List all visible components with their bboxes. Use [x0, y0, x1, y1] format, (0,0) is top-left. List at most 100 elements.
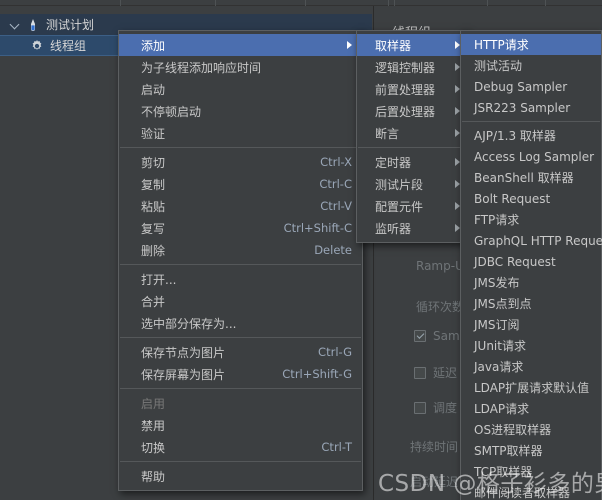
menu-item[interactable]: 禁用	[119, 414, 362, 436]
menu-item-label: 切换	[141, 440, 166, 455]
menu-item-label: 启动	[141, 82, 166, 97]
menu-item-label: 删除	[141, 243, 166, 258]
menu-item[interactable]: JSR223 Sampler	[461, 97, 601, 118]
menu-item[interactable]: 启动	[119, 78, 362, 100]
menu-item-label: JDBC Request	[474, 254, 556, 269]
menu-item[interactable]: JUnit请求	[461, 335, 601, 356]
menu-item[interactable]: 保存屏幕为图片 Ctrl+Shift-G	[119, 363, 362, 385]
menu-item-label: FTP请求	[474, 213, 520, 227]
tree-item-label: 测试计划	[46, 18, 95, 32]
menu-item[interactable]: Bolt Request	[461, 188, 601, 209]
menu-item[interactable]: 断言	[357, 122, 468, 144]
menu-item-label: 后置处理器	[375, 104, 436, 119]
menu-item[interactable]: 剪切 Ctrl-X	[119, 151, 362, 173]
menu-item[interactable]: BeanShell 取样器	[461, 167, 601, 188]
menu-item-label: 前置处理器	[375, 82, 436, 97]
menu-item[interactable]: 添加	[119, 34, 362, 56]
menu-item-label: 复制	[141, 177, 166, 192]
menu-item-label: 配置元件	[375, 199, 424, 214]
menu-item[interactable]: LDAP请求	[461, 398, 601, 419]
menu-item[interactable]: 定时器	[357, 151, 468, 173]
menu-separator	[120, 388, 361, 389]
menu-item-label: 邮件阅读者取样器	[474, 486, 571, 500]
menu-item[interactable]: 复制 Ctrl-C	[119, 173, 362, 195]
menu-item-label: 帮助	[141, 469, 166, 484]
menu-item-label: JUnit请求	[474, 339, 526, 353]
menu-item-label: 启用	[141, 396, 166, 411]
menu-item[interactable]: 邮件阅读者取样器	[461, 482, 601, 500]
menu-item[interactable]: 测试活动	[461, 55, 601, 76]
menu-item-label: SMTP取样器	[474, 444, 543, 458]
menu-item[interactable]: 粘贴 Ctrl-V	[119, 195, 362, 217]
menu-item[interactable]: 合并	[119, 290, 362, 312]
app-window: 测试计划 线程组 线程组 Ramp-U 循环次数 持续时间 启动延迟 Sam	[0, 0, 602, 500]
menu-item[interactable]: 保存节点为图片 Ctrl-G	[119, 341, 362, 363]
chevron-down-icon[interactable]	[10, 19, 21, 30]
checkbox-label: Sam	[433, 329, 460, 343]
menu-item-label: 禁用	[141, 418, 166, 433]
menu-item[interactable]: SMTP取样器	[461, 440, 601, 461]
startup-delay-label: 启动延迟	[410, 475, 459, 489]
menu-item[interactable]: HTTP请求	[461, 34, 601, 55]
menu-item-shortcut: Ctrl-X	[320, 155, 352, 169]
menu-item[interactable]: 帮助	[119, 465, 362, 487]
menu-item[interactable]: LDAP扩展请求默认值	[461, 377, 601, 398]
menu-item[interactable]: FTP请求	[461, 209, 601, 230]
checkbox-box[interactable]	[414, 330, 426, 342]
menu-item[interactable]: GraphQL HTTP Request	[461, 230, 602, 251]
menu-item[interactable]: 前置处理器	[357, 78, 468, 100]
scheduler-checkbox[interactable]: 调度	[414, 399, 457, 416]
menu-item[interactable]: 选中部分保存为...	[119, 312, 362, 334]
menu-item[interactable]: JMS发布	[461, 272, 601, 293]
menu-item[interactable]: 取样器	[357, 34, 468, 56]
menu-item[interactable]: JMS点到点	[461, 293, 601, 314]
menu-item-label: Bolt Request	[474, 191, 551, 206]
menu-item[interactable]: 复写 Ctrl+Shift-C	[119, 217, 362, 239]
menu-item-label: JMS发布	[474, 276, 520, 290]
menu-item[interactable]: 删除 Delete	[119, 239, 362, 261]
checkbox-box[interactable]	[414, 366, 426, 379]
menu-item-label: 保存节点为图片	[141, 345, 226, 360]
checkbox-label: 延迟	[433, 366, 458, 380]
menu-item[interactable]: 配置元件	[357, 195, 468, 217]
menu-item-label: 不停顿启动	[141, 104, 202, 119]
menu-item[interactable]: JDBC Request	[461, 251, 601, 272]
menu-item-label: 复写	[141, 221, 166, 236]
menu-item-label: BeanShell 取样器	[474, 171, 574, 185]
menu-item-shortcut: Ctrl-G	[318, 345, 352, 359]
menu-item-label: 验证	[141, 126, 166, 141]
menu-item[interactable]: 切换 Ctrl-T	[119, 436, 362, 458]
menu-item[interactable]: 逻辑控制器	[357, 56, 468, 78]
menu-item-label: 断言	[375, 126, 400, 141]
menu-item[interactable]: 后置处理器	[357, 100, 468, 122]
menu-item[interactable]: 不停顿启动	[119, 100, 362, 122]
loop-count-label: 循环次数	[416, 300, 465, 314]
menu-item[interactable]: Java请求	[461, 356, 601, 377]
menu-item[interactable]: AJP/1.3 取样器	[461, 125, 601, 146]
menu-item[interactable]: Debug Sampler	[461, 76, 601, 97]
menu-item[interactable]: 为子线程添加响应时间	[119, 56, 362, 78]
sampler-submenu[interactable]: HTTP请求测试活动 Debug Sampler JSR223 Sampler AJP…	[460, 30, 602, 500]
menu-item[interactable]: 启用	[119, 392, 362, 414]
menu-item[interactable]: 测试片段	[357, 173, 468, 195]
add-submenu[interactable]: 取样器 逻辑控制器前置处理器后置处理器断言定时器 测试片段配置元件监听器	[356, 30, 469, 243]
test-plan-icon	[26, 18, 40, 32]
menu-item-label: Access Log Sampler	[474, 149, 595, 164]
delay-checkbox[interactable]: 延迟	[414, 364, 457, 381]
checkbox-label: 调度	[433, 401, 458, 415]
checkbox-box[interactable]	[414, 401, 426, 414]
same-user-checkbox[interactable]: Sam	[414, 329, 460, 343]
menu-separator	[120, 147, 361, 148]
menu-item-label: Java请求	[474, 360, 524, 374]
menu-item[interactable]: 监听器	[357, 217, 468, 239]
menu-item[interactable]: 打开...	[119, 268, 362, 290]
menu-item-label: Debug Sampler	[474, 79, 568, 94]
menu-item[interactable]: Access Log Sampler	[461, 146, 601, 167]
menu-item-label: 测试活动	[474, 59, 523, 73]
context-menu[interactable]: 添加 为子线程添加响应时间启动不停顿启动验证剪切 Ctrl-X 复制 Ctrl-C 粘贴 C…	[118, 30, 363, 491]
menu-item[interactable]: OS进程取样器	[461, 419, 601, 440]
menu-item[interactable]: TCP取样器	[461, 461, 601, 482]
menu-item[interactable]: 验证	[119, 122, 362, 144]
menu-separator	[358, 147, 467, 148]
menu-item[interactable]: JMS订阅	[461, 314, 601, 335]
